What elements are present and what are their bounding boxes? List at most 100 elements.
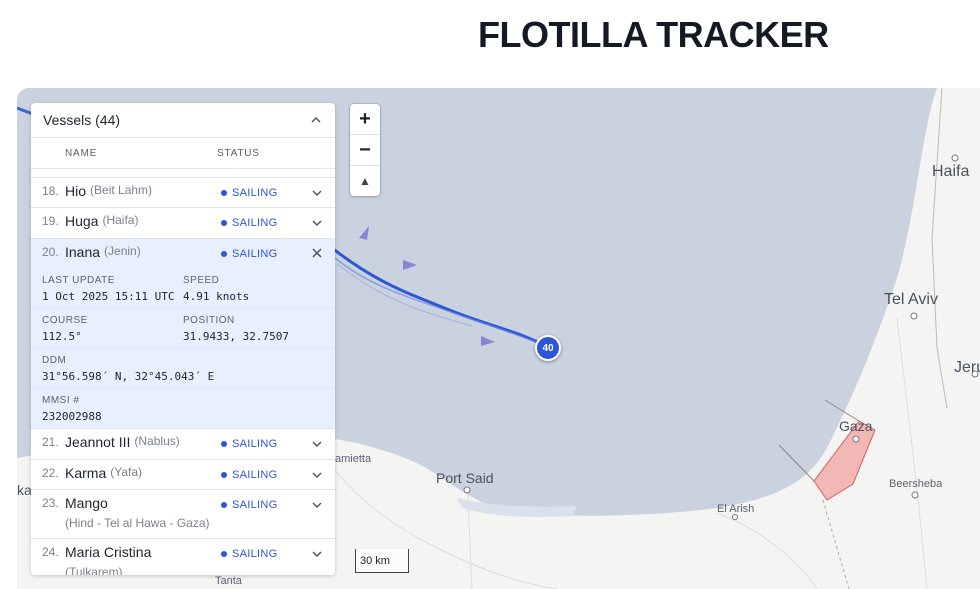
status-text: SAILING <box>232 248 278 260</box>
scale-bar: 30 km <box>355 549 409 573</box>
detail-ddm: DDM 31°56.598´ N, 32°45.043´ E <box>42 355 322 383</box>
border-line <box>822 499 850 589</box>
status-dot-icon <box>221 441 227 447</box>
status-dot-icon <box>221 251 227 257</box>
status-badge: SAILING <box>221 248 278 260</box>
chevron-down-icon[interactable] <box>311 468 325 482</box>
status-dot-icon <box>221 502 227 508</box>
detail-label: POSITION <box>183 315 235 326</box>
detail-label: SPEED <box>183 275 220 286</box>
chevron-down-icon[interactable] <box>311 547 325 561</box>
place-tel-aviv: Tel Aviv <box>884 291 938 308</box>
vessels-panel: Vessels (44) NAME STATUS 18. Hio (Beit L… <box>31 103 335 575</box>
vessel-row[interactable]: 19. Huga (Haifa) SAILING <box>31 208 335 239</box>
status-text: SAILING <box>232 438 278 450</box>
zoom-out-button[interactable]: − <box>350 135 380 166</box>
status-text: SAILING <box>232 469 278 481</box>
city-dot <box>732 514 738 520</box>
chevron-up-icon[interactable] <box>309 113 323 127</box>
vessel-name: Karma <box>65 465 107 481</box>
detail-last-update: LAST UPDATE 1 Oct 2025 15:11 UTC <box>42 275 183 303</box>
vessel-name: Jeannot III <box>65 434 131 450</box>
vessel-number: 19. <box>42 214 59 228</box>
detail-value: 4.91 knots <box>183 290 250 303</box>
detail-value: 112.5° <box>42 330 82 343</box>
vessels-panel-title: Vessels (44) <box>43 112 121 128</box>
status-badge: SAILING <box>221 548 278 560</box>
detail-row: MMSI # 232002988 <box>31 389 335 429</box>
chevron-down-icon[interactable] <box>311 216 325 230</box>
vessel-row[interactable]: 22. Karma (Yafa) SAILING <box>31 460 335 490</box>
vessel-cluster-marker[interactable]: 40 <box>535 335 561 361</box>
vessel-number: 23. <box>42 496 59 510</box>
vessel-name: Maria Cristina <box>65 544 152 560</box>
status-text: SAILING <box>232 217 278 229</box>
detail-course: COURSE 112.5° <box>42 315 183 343</box>
place-jerusalem: Jeru <box>954 359 980 376</box>
vessel-name: Inana <box>65 244 101 260</box>
vessel-subtitle: (Haifa) <box>102 213 139 227</box>
vessel-name: Huga <box>65 213 99 229</box>
vessel-subtitle: (Hind - Tel al Hawa - Gaza) <box>65 516 210 530</box>
list-spacer <box>31 169 335 178</box>
vessel-row[interactable]: 23. Mango (Hind - Tel al Hawa - Gaza) SA… <box>31 490 335 539</box>
status-badge: SAILING <box>221 469 278 481</box>
place-partial: ka <box>17 482 32 498</box>
compass-button[interactable]: ▲ <box>350 166 380 196</box>
vessel-row[interactable]: 24. Maria Cristina (Tulkarem) SAILING <box>31 539 335 575</box>
place-damietta: amietta <box>335 453 372 465</box>
zoom-in-button[interactable]: + <box>350 104 380 135</box>
city-dot <box>463 486 471 494</box>
column-header-status: STATUS <box>217 147 260 159</box>
place-port-said: Port Said <box>436 470 494 486</box>
detail-row: COURSE 112.5° POSITION 31.9433, 32.7507 <box>31 309 335 349</box>
chevron-down-icon[interactable] <box>311 437 325 451</box>
detail-value: 1 Oct 2025 15:11 UTC <box>42 290 175 303</box>
place-el-arish: El Arish <box>717 503 755 515</box>
city-dot <box>951 154 959 162</box>
place-beersheba: Beersheba <box>889 478 943 490</box>
detail-value: 232002988 <box>42 410 102 423</box>
vessels-column-headers: NAME STATUS <box>31 138 335 169</box>
status-dot-icon <box>221 551 227 557</box>
status-dot-icon <box>221 472 227 478</box>
status-badge: SAILING <box>221 438 278 450</box>
vessel-subtitle: (Yafa) <box>110 465 143 479</box>
vessel-number: 20. <box>42 245 59 259</box>
vessel-row[interactable]: 18. Hio (Beit Lahm) SAILING <box>31 178 335 208</box>
vessel-number: 24. <box>42 545 59 559</box>
page-title: FLOTILLA TRACKER <box>478 14 829 55</box>
status-dot-icon <box>221 190 227 196</box>
chevron-down-icon[interactable] <box>311 186 325 200</box>
road <box>716 512 818 589</box>
column-header-name: NAME <box>65 147 98 159</box>
vessel-name: Hio <box>65 183 87 199</box>
place-gaza: Gaza <box>839 418 873 434</box>
close-icon[interactable] <box>311 246 325 260</box>
detail-row: DDM 31°56.598´ N, 32°45.043´ E <box>31 349 335 389</box>
vessel-row[interactable]: 20. Inana (Jenin) SAILING <box>31 239 335 269</box>
road <box>896 317 928 589</box>
vessel-name: Mango <box>65 495 108 511</box>
vessel-subtitle: (Jenin) <box>104 244 141 258</box>
vessel-number: 22. <box>42 466 59 480</box>
detail-label: DDM <box>42 355 67 366</box>
detail-speed: SPEED 4.91 knots <box>183 275 324 303</box>
chevron-down-icon[interactable] <box>311 498 325 512</box>
vessel-row[interactable]: 21. Jeannot III (Nablus) SAILING <box>31 429 335 460</box>
status-badge: SAILING <box>221 217 278 229</box>
vessels-panel-header[interactable]: Vessels (44) <box>31 103 335 138</box>
detail-value: 31°56.598´ N, 32°45.043´ E <box>42 370 215 383</box>
vessel-number: 21. <box>42 435 59 449</box>
detail-row: LAST UPDATE 1 Oct 2025 15:11 UTC SPEED 4… <box>31 269 335 309</box>
status-dot-icon <box>221 220 227 226</box>
detail-position: POSITION 31.9433, 32.7507 <box>183 315 324 343</box>
city-dot <box>910 312 918 320</box>
status-text: SAILING <box>232 187 278 199</box>
vessel-subtitle: (Tulkarem) <box>65 565 123 575</box>
place-tanta: Tanta <box>215 575 242 587</box>
place-haifa: Haifa <box>932 163 970 180</box>
vessel-row-expanded: 20. Inana (Jenin) SAILING LAST UPDATE 1 … <box>31 239 335 429</box>
city-dot <box>852 435 860 443</box>
vessel-subtitle: (Nablus) <box>134 434 180 448</box>
